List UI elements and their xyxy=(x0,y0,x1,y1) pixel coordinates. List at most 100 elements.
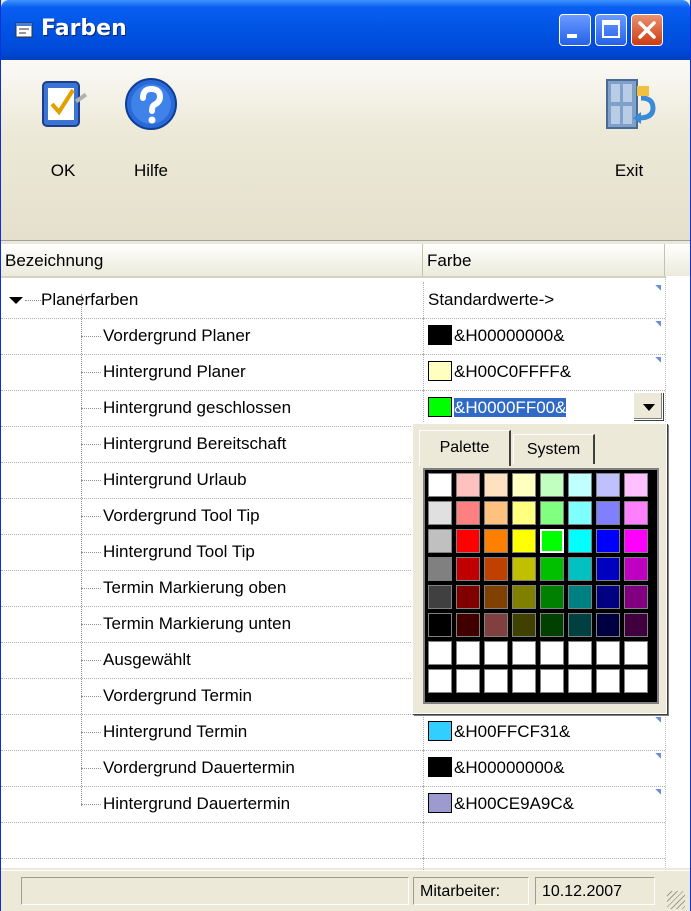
palette-color-cell[interactable] xyxy=(512,585,536,609)
palette-color-cell[interactable] xyxy=(568,557,592,581)
palette-color-cell[interactable] xyxy=(568,501,592,525)
column-header-farbe[interactable]: Farbe xyxy=(423,244,665,276)
group-row-planerfarben[interactable]: Planerfarben Standardwerte-> xyxy=(1,282,665,319)
palette-color-cell[interactable] xyxy=(568,641,592,665)
chevron-down-icon xyxy=(643,404,655,411)
palette-color-cell[interactable] xyxy=(596,473,620,497)
palette-color-cell[interactable] xyxy=(456,473,480,497)
color-row[interactable]: Hintergrund Dauertermin &H00CE9A9C& xyxy=(1,786,665,823)
palette-color-cell[interactable] xyxy=(540,585,564,609)
palette-color-cell[interactable] xyxy=(568,585,592,609)
palette-color-cell[interactable] xyxy=(624,501,648,525)
help-icon xyxy=(125,78,177,130)
palette-color-cell[interactable] xyxy=(596,529,620,553)
row-label: Hintergrund Dauertermin xyxy=(103,794,291,813)
palette-color-cell[interactable] xyxy=(428,557,452,581)
palette-color-cell[interactable] xyxy=(596,557,620,581)
row-value-text[interactable]: &H0000FF00& xyxy=(454,398,567,417)
palette-color-cell[interactable] xyxy=(596,613,620,637)
help-button[interactable]: Hilfe xyxy=(119,76,183,181)
palette-color-cell[interactable] xyxy=(596,641,620,665)
tab-system[interactable]: System xyxy=(513,434,595,464)
palette-color-cell[interactable] xyxy=(512,613,536,637)
palette-color-cell[interactable] xyxy=(428,529,452,553)
palette-color-cell[interactable] xyxy=(540,473,564,497)
row-value: &H00C0FFFF& xyxy=(428,354,571,390)
row-value-text: &H00000000& xyxy=(454,758,565,777)
palette-color-cell[interactable] xyxy=(512,473,536,497)
palette-color-cell[interactable] xyxy=(484,529,508,553)
color-row[interactable]: Vordergrund Dauertermin &H00000000& xyxy=(1,750,665,787)
palette-color-cell[interactable] xyxy=(512,501,536,525)
palette-color-cell[interactable] xyxy=(428,473,452,497)
row-value: &H0000FF00& xyxy=(428,390,567,426)
color-dropdown-button[interactable] xyxy=(633,392,663,420)
palette-color-cell[interactable] xyxy=(456,585,480,609)
palette-color-cell[interactable] xyxy=(624,557,648,581)
maximize-button[interactable] xyxy=(595,14,627,46)
palette-color-cell[interactable] xyxy=(512,641,536,665)
palette-color-cell[interactable] xyxy=(456,529,480,553)
palette-color-cell[interactable] xyxy=(484,557,508,581)
palette-color-cell[interactable] xyxy=(484,669,508,693)
palette-color-cell[interactable] xyxy=(540,529,564,553)
color-row[interactable]: Hintergrund Planer &H00C0FFFF& xyxy=(1,354,665,391)
color-swatch xyxy=(428,397,452,417)
palette-color-cell[interactable] xyxy=(568,529,592,553)
palette-color-cell[interactable] xyxy=(624,669,648,693)
color-row[interactable]: Vordergrund Planer &H00000000& xyxy=(1,318,665,355)
close-icon xyxy=(638,21,656,39)
palette-color-cell[interactable] xyxy=(512,669,536,693)
color-swatch xyxy=(428,757,452,777)
palette-color-cell[interactable] xyxy=(568,613,592,637)
row-label: Hintergrund Tool Tip xyxy=(103,542,255,561)
exit-button[interactable]: Exit xyxy=(597,76,661,181)
palette-color-cell[interactable] xyxy=(596,585,620,609)
palette-color-cell[interactable] xyxy=(540,557,564,581)
minimize-button[interactable] xyxy=(559,14,591,46)
palette-color-cell[interactable] xyxy=(540,501,564,525)
palette-color-cell[interactable] xyxy=(484,473,508,497)
palette-color-cell[interactable] xyxy=(568,473,592,497)
resize-grip[interactable] xyxy=(667,891,685,909)
palette-color-cell[interactable] xyxy=(456,641,480,665)
palette-color-cell[interactable] xyxy=(540,669,564,693)
row-value-text: &H00000000& xyxy=(454,326,565,345)
palette-color-cell[interactable] xyxy=(540,613,564,637)
palette-color-cell[interactable] xyxy=(484,641,508,665)
status-panel-employee: Mitarbeiter: xyxy=(413,877,529,905)
palette-color-cell[interactable] xyxy=(624,473,648,497)
palette-color-cell[interactable] xyxy=(568,669,592,693)
palette-color-cell[interactable] xyxy=(540,641,564,665)
palette-color-cell[interactable] xyxy=(456,501,480,525)
palette-color-cell[interactable] xyxy=(428,585,452,609)
palette-color-cell[interactable] xyxy=(624,585,648,609)
palette-color-cell[interactable] xyxy=(596,669,620,693)
palette-color-cell[interactable] xyxy=(456,557,480,581)
palette-color-cell[interactable] xyxy=(428,613,452,637)
palette-color-cell[interactable] xyxy=(624,613,648,637)
cell-corner-icon xyxy=(653,789,661,797)
palette-color-cell[interactable] xyxy=(484,501,508,525)
ok-button[interactable]: OK xyxy=(33,76,93,181)
close-button[interactable] xyxy=(631,14,663,46)
palette-color-cell[interactable] xyxy=(456,613,480,637)
palette-color-cell[interactable] xyxy=(484,585,508,609)
palette-color-cell[interactable] xyxy=(484,613,508,637)
row-label: Hintergrund Termin xyxy=(103,722,248,741)
palette-color-cell[interactable] xyxy=(624,529,648,553)
palette-color-cell[interactable] xyxy=(512,557,536,581)
palette-color-cell[interactable] xyxy=(624,641,648,665)
tab-palette[interactable]: Palette xyxy=(419,430,511,466)
column-header-bezeichnung[interactable]: Bezeichnung xyxy=(1,244,423,276)
palette-color-cell[interactable] xyxy=(428,641,452,665)
palette-color-cell[interactable] xyxy=(456,669,480,693)
color-row[interactable]: Hintergrund Termin &H00FFCF31& xyxy=(1,714,665,751)
palette-color-cell[interactable] xyxy=(596,501,620,525)
title-bar[interactable]: Farben xyxy=(1,0,690,60)
palette-color-cell[interactable] xyxy=(428,669,452,693)
color-row[interactable]: Hintergrund geschlossen &H0000FF00& xyxy=(1,390,665,427)
palette-color-cell[interactable] xyxy=(428,501,452,525)
palette-color-cell[interactable] xyxy=(512,529,536,553)
row-label: Termin Markierung oben xyxy=(103,578,287,597)
